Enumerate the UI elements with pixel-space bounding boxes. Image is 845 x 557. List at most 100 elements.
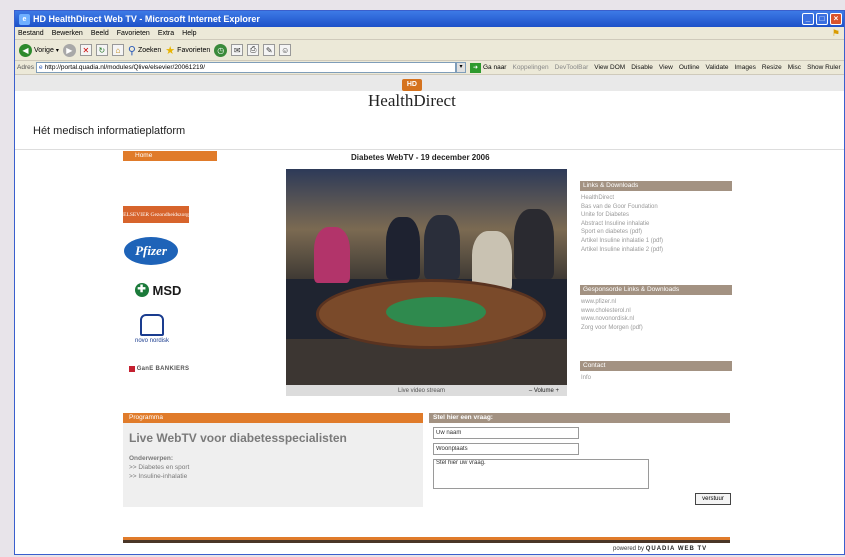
msd-logo[interactable]: ✚ MSD [123, 280, 193, 300]
star-icon: ★ [165, 44, 176, 57]
sponsored-header: Gesponsorde Links & Downloads [580, 285, 732, 295]
sponsored-link-item[interactable]: Zorg voor Morgen (pdf) [581, 324, 733, 333]
link-item[interactable]: Artikel Insuline inhalatie 1 (pdf) [581, 237, 733, 246]
devtool-validate[interactable]: Validate [705, 64, 728, 71]
sponsored-link-item[interactable]: www.cholesterol.nl [581, 307, 733, 316]
place-input[interactable] [433, 443, 579, 455]
devtool-show-ruler[interactable]: Show Ruler [807, 64, 841, 71]
devtool-images[interactable]: Images [735, 64, 756, 71]
history-button[interactable]: ◷ [214, 43, 228, 57]
programme-header: Programma [123, 413, 423, 423]
address-input[interactable]: e http://portal.quadia.nl/modules/Qlive/… [35, 62, 456, 73]
stage-title: Diabetes WebTV - 19 december 2006 [351, 153, 490, 162]
refresh-button[interactable]: ↻ [95, 44, 108, 56]
windows-flag-icon: ⚑ [831, 27, 840, 38]
link-item[interactable]: Abstract Insuline inhalatie [581, 220, 733, 229]
sponsored-link-item[interactable]: www.pfizer.nl [581, 298, 733, 307]
send-button[interactable]: verstuur [695, 493, 731, 505]
favorites-button[interactable]: ★ Favorieten [165, 44, 210, 57]
name-input[interactable] [433, 427, 579, 439]
devtool-view[interactable]: View [659, 64, 673, 71]
print-button[interactable]: ⎙ [247, 44, 260, 56]
address-bar: Adres e http://portal.quadia.nl/modules/… [15, 61, 844, 75]
elsevier-logo[interactable]: ELSEVIER Gezondheidszorg [123, 206, 189, 223]
go-label: Ga naar [482, 64, 507, 71]
back-label: Vorige [34, 46, 54, 54]
address-label: Adres [17, 64, 34, 71]
quadia-brand: QUADIA WEB TV [645, 546, 708, 552]
address-dropdown-icon[interactable]: ▾ [455, 62, 466, 73]
subject-item[interactable]: >> Diabetes en sport [129, 464, 189, 471]
devtool-view-dom[interactable]: View DOM [594, 64, 625, 71]
subject-item[interactable]: >> Insuline-inhalatie [129, 473, 187, 480]
maximize-button[interactable]: □ [816, 13, 828, 25]
question-header: Stel hier een vraag: [429, 413, 730, 423]
volume-control[interactable]: – Volume + [529, 388, 559, 394]
browser-window: e HD HealthDirect Web TV - Microsoft Int… [14, 10, 845, 555]
guest-figure [386, 217, 420, 279]
devtool-misc[interactable]: Misc [788, 64, 801, 71]
video-controls: Live video stream – Volume + [286, 385, 567, 396]
logo-text: HealthDirect [368, 91, 456, 110]
edit-button[interactable]: ✎ [263, 44, 276, 56]
contact-link-item[interactable]: Info [581, 374, 733, 383]
menu-beeld[interactable]: Beeld [91, 30, 109, 37]
menu-extra[interactable]: Extra [158, 30, 174, 37]
link-item[interactable]: Sport en diabetes (pdf) [581, 228, 733, 237]
question-textarea[interactable]: Stel hier uw vraag. [433, 459, 649, 489]
search-label: Zoeken [137, 46, 162, 54]
link-item[interactable]: Bas van de Goor Foundation [581, 203, 733, 212]
menu-favorieten[interactable]: Favorieten [117, 30, 150, 37]
video-player[interactable] [286, 169, 567, 385]
devtool-resize[interactable]: Resize [762, 64, 782, 71]
link-item[interactable]: Unite for Diabetes [581, 211, 733, 220]
menu-bewerken[interactable]: Bewerken [52, 30, 83, 37]
devtoolbar-label[interactable]: DevToolBar [555, 64, 589, 71]
live-stream-label: Live video stream [398, 387, 446, 394]
menu-help[interactable]: Help [182, 30, 196, 37]
messenger-button[interactable]: ☺ [279, 44, 292, 56]
home-link[interactable]: Home [123, 151, 217, 161]
msd-text: MSD [152, 282, 182, 298]
novo-nordisk-logo[interactable]: novo nordisk [123, 307, 181, 351]
logo-badge: HD [401, 79, 422, 91]
close-button[interactable]: × [830, 13, 842, 25]
ie-logo-icon: e [19, 13, 30, 25]
title-bar: e HD HealthDirect Web TV - Microsoft Int… [15, 11, 844, 27]
powered-by-label: powered by [613, 546, 645, 552]
forward-button[interactable]: ▶ [62, 43, 76, 57]
contact-header: Contact [580, 361, 732, 371]
header-divider [15, 149, 844, 150]
back-button[interactable]: ◀ Vorige ▾ [19, 43, 59, 57]
search-button[interactable]: ⚲ Zoeken [128, 44, 161, 57]
powered-by[interactable]: powered by QUADIA WEB TV [613, 546, 707, 552]
guest-figure [514, 209, 554, 279]
go-button[interactable]: ➜ Ga naar [469, 62, 507, 73]
devtool-disable[interactable]: Disable [631, 64, 653, 71]
link-item[interactable]: Artikel Insuline inhalatie 2 (pdf) [581, 246, 733, 255]
menu-bestand[interactable]: Bestand [18, 30, 44, 37]
home-button[interactable]: ⌂ [111, 44, 124, 56]
contact-list: Info [581, 374, 733, 383]
links-toolbar[interactable]: Koppelingen [512, 64, 548, 71]
garanti-logo[interactable]: GanE BANKIERS [123, 363, 193, 375]
msd-cross-icon: ✚ [134, 283, 149, 297]
elsevier-text: ELSEVIER Gezondheidszorg [123, 211, 189, 218]
novo-text: novo nordisk [134, 338, 170, 344]
programme-title: Live WebTV voor diabetesspecialisten [129, 431, 347, 445]
address-url: http://portal.quadia.nl/modules/Qlive/el… [44, 64, 206, 71]
link-item[interactable]: HealthDirect [581, 194, 733, 203]
devtool-outline[interactable]: Outline [679, 64, 700, 71]
sponsored-link-item[interactable]: www.novonordisk.nl [581, 315, 733, 324]
go-arrow-icon: ➜ [469, 62, 481, 73]
back-dropdown-icon: ▾ [55, 47, 59, 54]
stop-button[interactable]: ✕ [79, 44, 92, 56]
search-icon: ⚲ [127, 44, 136, 57]
site-logo[interactable]: HD HealthDirect [368, 79, 456, 111]
site-tagline: Hét medisch informatieplatform [33, 125, 186, 137]
garanti-square-icon [128, 366, 135, 372]
minimize-button[interactable]: _ [802, 13, 814, 25]
mail-button[interactable]: ✉ [231, 44, 244, 56]
pfizer-logo[interactable]: Pfizer [124, 237, 178, 265]
table-inlay [386, 297, 486, 327]
